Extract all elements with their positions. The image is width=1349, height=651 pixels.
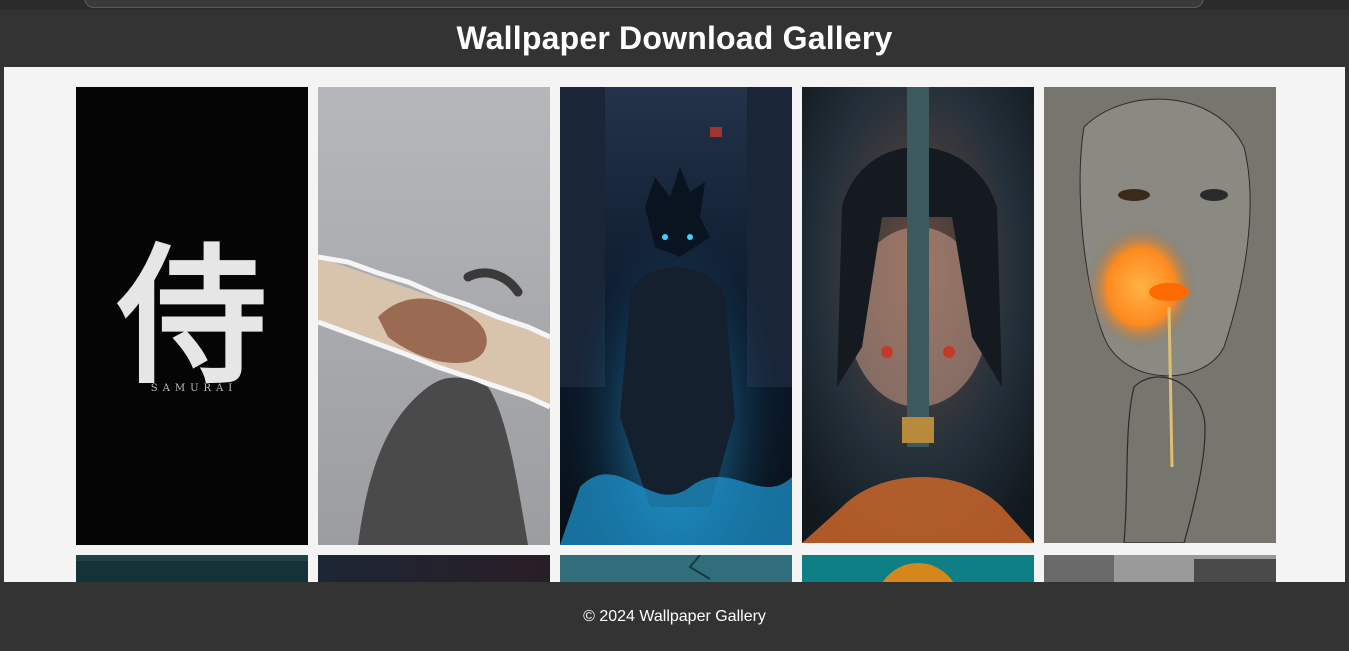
site-header: Wallpaper Download Gallery xyxy=(0,10,1349,67)
samurai-caption: SAMURAI xyxy=(151,383,237,394)
samurai-kanji-image: 侍 SAMURAI xyxy=(76,87,308,545)
wallpaper-sword-woman[interactable] xyxy=(802,87,1034,543)
wallpaper-samurai[interactable]: 侍 SAMURAI xyxy=(76,87,308,545)
wallpaper-teal-wall[interactable] xyxy=(560,555,792,582)
browser-address-bar[interactable] xyxy=(84,0,1204,8)
wallpaper-hands[interactable] xyxy=(318,87,550,545)
orange-sun-teal-image xyxy=(802,555,1034,582)
teal-wall-image xyxy=(560,555,792,582)
wallpaper-dark-gradient[interactable] xyxy=(318,555,550,582)
grayscale-street-image xyxy=(1044,555,1276,582)
woman-with-sword-image xyxy=(802,87,1034,543)
wallpaper-orange-sun[interactable] xyxy=(802,555,1034,582)
page-title: Wallpaper Download Gallery xyxy=(456,20,893,56)
copyright-text: © 2024 Wallpaper Gallery xyxy=(583,607,766,625)
wallpaper-grid: 侍 SAMURAI xyxy=(76,87,1276,582)
anime-boy-alley-image xyxy=(560,87,792,545)
gallery-section: 侍 SAMURAI xyxy=(4,67,1345,582)
wallpaper-sketch-girl[interactable] xyxy=(1044,87,1276,543)
torn-paper-hands-image xyxy=(318,87,550,545)
wallpaper-dark-sea[interactable] xyxy=(76,555,308,582)
site-footer: © 2024 Wallpaper Gallery xyxy=(0,582,1349,651)
dark-gradient-image xyxy=(318,555,550,582)
dark-sea-image xyxy=(76,555,308,582)
wallpaper-grayscale-street[interactable] xyxy=(1044,555,1276,582)
wallpaper-anime-boy[interactable] xyxy=(560,87,792,545)
kanji-glyph: 侍 xyxy=(116,229,267,405)
sketch-girl-match-image xyxy=(1044,87,1276,543)
